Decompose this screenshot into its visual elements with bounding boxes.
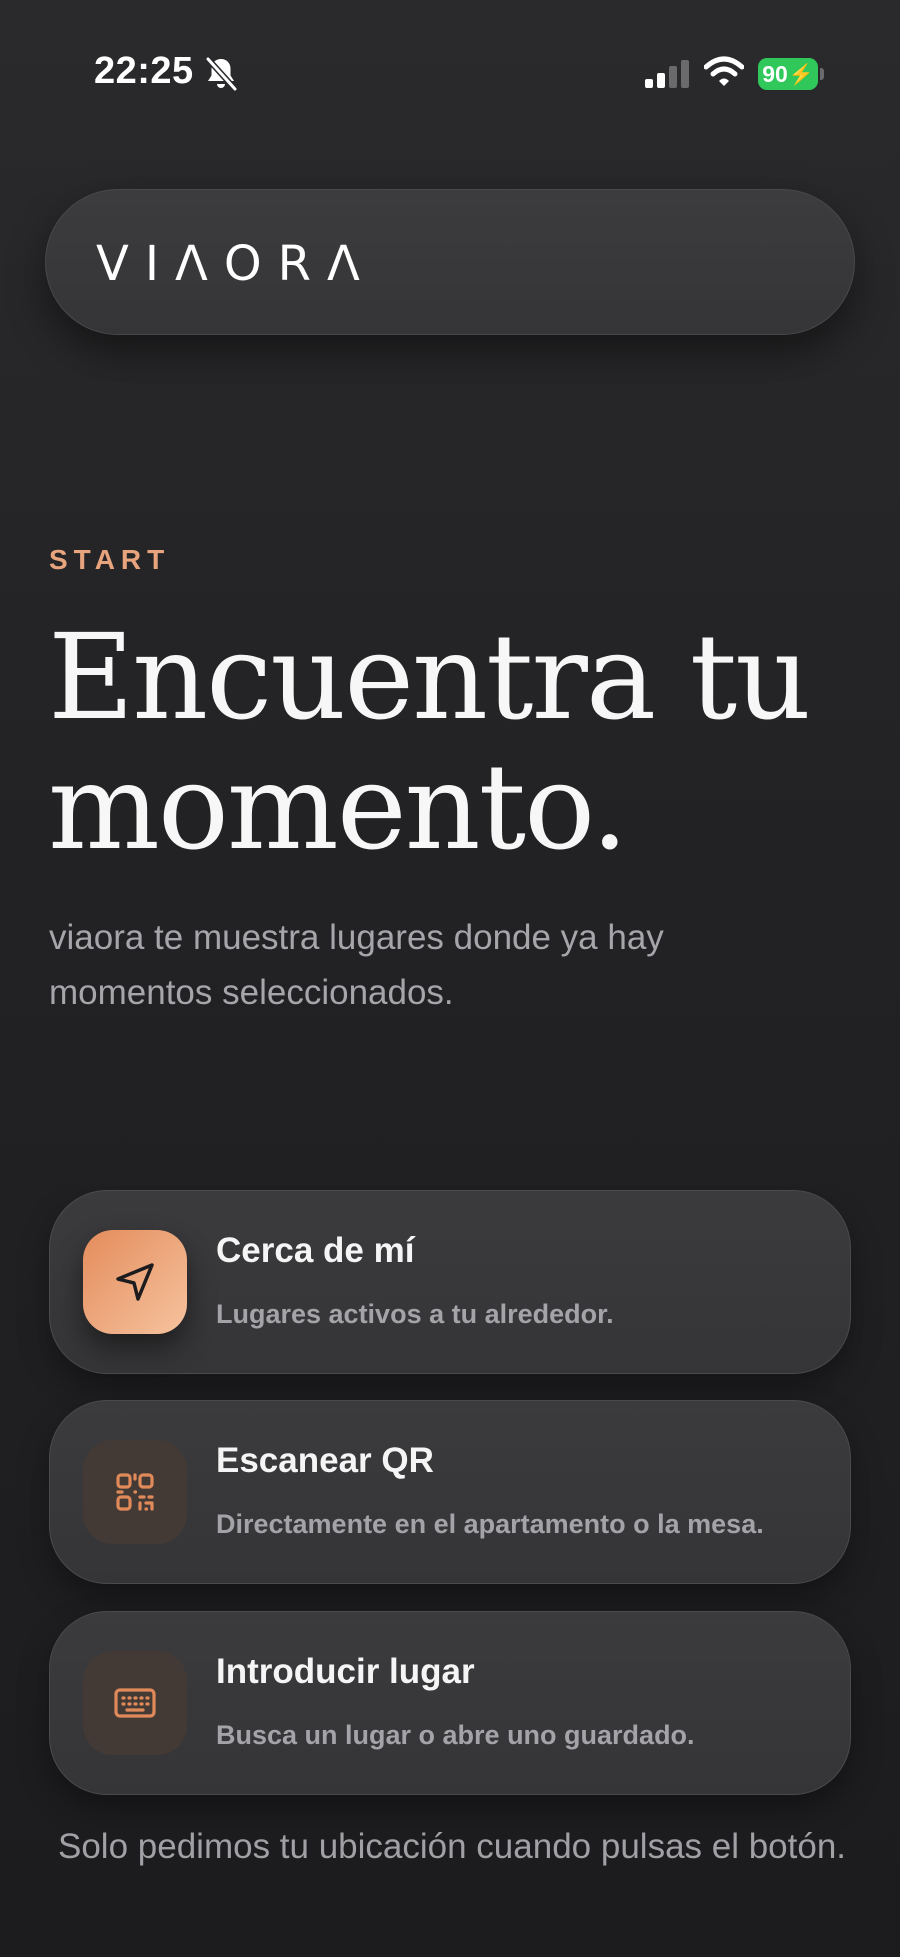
status-bar: 22:25 90 ⚡ bbox=[0, 0, 900, 150]
cellular-signal-icon bbox=[645, 60, 689, 88]
location-icon-tile bbox=[83, 1230, 187, 1334]
near-me-title: Cerca de mí bbox=[216, 1231, 415, 1270]
qr-code-icon bbox=[116, 1473, 154, 1511]
keyboard-icon bbox=[114, 1688, 156, 1718]
page-title: Encuentra tu momento. bbox=[48, 612, 868, 872]
scan-qr-title: Escanear QR bbox=[216, 1441, 434, 1480]
battery-nub bbox=[820, 68, 824, 80]
scan-qr-description: Directamente en el apartamento o la mesa… bbox=[216, 1509, 764, 1539]
enter-place-title: Introducir lugar bbox=[216, 1652, 475, 1691]
battery-level: 90 bbox=[762, 60, 788, 87]
enter-place-description: Busca un lugar o abre uno guardado. bbox=[216, 1720, 695, 1750]
location-disclaimer: Solo pedimos tu ubicación cuando pulsas … bbox=[58, 1827, 847, 1866]
status-time: 22:25 bbox=[94, 50, 194, 92]
near-me-description: Lugares activos a tu alrededor. bbox=[216, 1299, 614, 1329]
charging-bolt-icon: ⚡ bbox=[788, 63, 814, 86]
qr-icon-tile bbox=[83, 1440, 187, 1544]
battery-charging-icon: 90 ⚡ bbox=[758, 58, 818, 90]
header-bar: VIΛORΛ bbox=[45, 189, 855, 335]
app-logo[interactable]: VIΛORΛ bbox=[96, 236, 376, 292]
section-eyebrow: START bbox=[49, 544, 171, 575]
location-arrow-icon bbox=[116, 1263, 154, 1301]
wifi-icon bbox=[704, 56, 744, 86]
scan-qr-button[interactable]: Escanear QR Directamente en el apartamen… bbox=[49, 1400, 851, 1584]
page-title-line-2: momento. bbox=[48, 738, 629, 876]
page-subtitle: viaora te muestra lugares donde ya hay m… bbox=[49, 918, 664, 1012]
page-title-line-1: Encuentra tu bbox=[48, 608, 811, 746]
bell-slash-icon bbox=[205, 56, 238, 92]
keyboard-icon-tile bbox=[83, 1651, 187, 1755]
enter-place-button[interactable]: Introducir lugar Busca un lugar o abre u… bbox=[49, 1611, 851, 1795]
near-me-button[interactable]: Cerca de mí Lugares activos a tu alreded… bbox=[49, 1190, 851, 1374]
